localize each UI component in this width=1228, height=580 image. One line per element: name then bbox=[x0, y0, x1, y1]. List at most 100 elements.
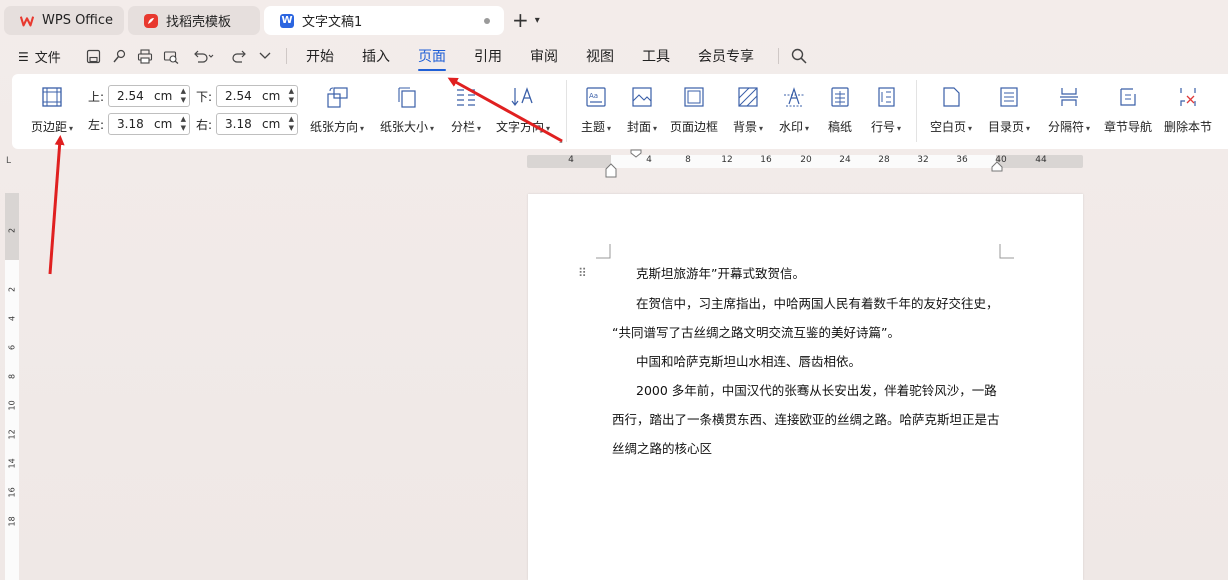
menu-divider bbox=[286, 48, 287, 64]
margin-left-label: 左: bbox=[88, 117, 105, 132]
paper-size-button[interactable]: 纸张大小 ▾ bbox=[376, 84, 438, 135]
unsaved-dot-icon[interactable] bbox=[484, 18, 490, 24]
ruler-number: 20 bbox=[800, 155, 812, 165]
watermark-button[interactable]: 水印 ▾ bbox=[774, 84, 814, 135]
chevron-down-icon: ▾ bbox=[759, 124, 764, 133]
separator-button[interactable]: 分隔符 ▾ bbox=[1042, 84, 1096, 135]
margin-left-value: 3.18 bbox=[117, 117, 144, 131]
arrow-to-margins bbox=[48, 135, 65, 275]
first-line-indent-marker-icon[interactable] bbox=[629, 149, 643, 175]
cover-label: 封面 bbox=[626, 120, 651, 134]
paragraph[interactable]: 丝绸之路的核心区 bbox=[612, 434, 1004, 463]
orientation-label: 纸张方向 bbox=[309, 120, 358, 134]
spinner-icon[interactable]: ▲ ▼ bbox=[181, 115, 186, 133]
background-button[interactable]: 背景 ▾ bbox=[728, 84, 768, 135]
horizontal-ruler[interactable]: 4 4 8 12 16 20 24 28 32 36 40 44 bbox=[527, 149, 1083, 178]
spinner-icon[interactable]: ▲ ▼ bbox=[181, 87, 186, 105]
paragraph[interactable]: “共同谱写了古丝绸之路文明交流互鉴的美好诗篇”。 bbox=[612, 318, 1004, 347]
dialog-launcher-icon[interactable]: ↘ bbox=[556, 136, 564, 146]
theme-button[interactable]: Aa 主题 ▾ bbox=[576, 84, 616, 135]
ribbon-divider bbox=[916, 80, 917, 142]
format-painter-icon[interactable] bbox=[110, 47, 128, 65]
chapter-nav-button[interactable]: 章节导航 bbox=[1102, 84, 1154, 135]
manuscript-button[interactable]: 稿纸 bbox=[822, 84, 858, 135]
text-direction-icon bbox=[509, 84, 537, 110]
text-direction-label: 文字方向 bbox=[495, 120, 544, 134]
chevron-down-icon: ▾ bbox=[968, 124, 973, 133]
ruler-number: 44 bbox=[1035, 155, 1047, 165]
search-icon[interactable] bbox=[790, 47, 808, 65]
right-indent-marker-icon[interactable] bbox=[990, 161, 1004, 173]
tab-view[interactable]: 视图 bbox=[586, 46, 614, 66]
paragraph[interactable]: 中国和哈萨克斯坦山水相连、唇齿相依。 bbox=[612, 347, 1004, 376]
blank-page-button[interactable]: 空白页 ▾ bbox=[926, 84, 976, 135]
line-number-icon bbox=[872, 84, 900, 110]
tab-review[interactable]: 审阅 bbox=[530, 46, 558, 66]
menu-divider bbox=[778, 48, 779, 64]
line-number-button[interactable]: 行号 ▾ bbox=[866, 84, 906, 135]
page-border-label: 页面边框 bbox=[669, 120, 718, 134]
vertical-ruler[interactable]: 2 2 4 6 8 10 12 14 16 18 bbox=[5, 193, 19, 580]
chevron-down-icon[interactable]: ▾ bbox=[535, 15, 540, 26]
paragraph[interactable]: 克斯坦旅游年”开幕式致贺信。 bbox=[612, 259, 1004, 288]
undo-icon[interactable] bbox=[190, 47, 218, 65]
document-page[interactable]: ⠿ 克斯坦旅游年”开幕式致贺信。 在贺信中，习主席指出，中哈两国人民有着数千年的… bbox=[528, 194, 1083, 580]
paragraph[interactable]: 在贺信中，习主席指出，中哈两国人民有着数千年的友好交往史， bbox=[612, 289, 1004, 318]
ruler-corner[interactable]: L bbox=[6, 156, 11, 166]
ruler-number: 10 bbox=[7, 400, 17, 411]
tab-label: 找稻壳模板 bbox=[166, 15, 232, 30]
unit-label: cm bbox=[262, 89, 281, 103]
page-border-button[interactable]: 页面边框 bbox=[668, 84, 720, 135]
ruler-number: 36 bbox=[956, 155, 968, 165]
margin-bottom-label: 下: bbox=[196, 89, 213, 104]
orientation-button[interactable]: 纸张方向 ▾ bbox=[306, 84, 368, 135]
columns-button[interactable]: 分栏 ▾ bbox=[446, 84, 486, 135]
save-icon[interactable] bbox=[84, 47, 102, 65]
wps-logo-icon bbox=[20, 14, 34, 28]
ruler-number: 4 bbox=[646, 155, 652, 165]
paragraph[interactable]: 2000 多年前，中国汉代的张骞从长安出发，伴着驼铃风沙，一路 bbox=[612, 376, 1004, 405]
margin-right-input[interactable]: 3.18 cm ▲ ▼ bbox=[216, 113, 298, 135]
chevron-down-icon: ▾ bbox=[805, 124, 810, 133]
ruler-number: 28 bbox=[878, 155, 890, 165]
margin-bottom-input[interactable]: 2.54 cm ▲ ▼ bbox=[216, 85, 298, 107]
print-preview-icon[interactable] bbox=[162, 47, 180, 65]
tab-home[interactable]: 开始 bbox=[306, 46, 334, 66]
margins-button[interactable]: 页边距 ▾ bbox=[28, 84, 76, 135]
watermark-label: 水印 bbox=[778, 120, 803, 134]
hanging-indent-marker-icon[interactable] bbox=[604, 163, 618, 179]
ruler-number: 8 bbox=[7, 373, 17, 380]
delete-section-button[interactable]: 删除本节 bbox=[1162, 84, 1214, 135]
line-number-label: 行号 bbox=[870, 120, 895, 134]
paragraph[interactable]: 西行，踏出了一条横贯东西、连接欧亚的丝绸之路。哈萨克斯坦正是古 bbox=[612, 405, 1004, 434]
tab-member[interactable]: 会员专享 bbox=[698, 46, 754, 66]
tab-insert[interactable]: 插入 bbox=[362, 46, 390, 66]
new-tab-button[interactable]: + ▾ bbox=[512, 8, 552, 32]
margins-label: 页边距 bbox=[30, 120, 67, 134]
tab-wps-office[interactable]: WPS Office bbox=[4, 6, 124, 35]
tab-page[interactable]: 页面 bbox=[418, 46, 446, 71]
watermark-icon bbox=[780, 84, 808, 110]
drag-handle-icon[interactable]: ⠿ bbox=[578, 266, 587, 280]
margin-top-field: 上: 2.54 cm ▲ ▼ bbox=[88, 85, 190, 107]
tab-docer-templates[interactable]: 找稻壳模板 bbox=[128, 6, 260, 35]
toc-page-icon bbox=[995, 84, 1023, 110]
file-menu[interactable]: ☰ 文件 bbox=[18, 47, 61, 67]
tab-document[interactable]: W 文字文稿1 bbox=[264, 6, 504, 35]
tab-references[interactable]: 引用 bbox=[474, 46, 502, 66]
theme-label: 主题 bbox=[580, 120, 605, 134]
text-direction-button[interactable]: 文字方向 ▾ bbox=[492, 84, 554, 135]
toc-page-button[interactable]: 目录页 ▾ bbox=[984, 84, 1034, 135]
columns-label: 分栏 bbox=[450, 120, 475, 134]
tab-tools[interactable]: 工具 bbox=[642, 46, 670, 66]
more-chevron-icon[interactable] bbox=[256, 47, 274, 65]
margin-top-input[interactable]: 2.54 cm ▲ ▼ bbox=[108, 85, 190, 107]
chevron-down-icon: ▾ bbox=[607, 124, 612, 133]
spinner-icon[interactable]: ▲ ▼ bbox=[289, 115, 294, 133]
redo-icon[interactable] bbox=[230, 47, 248, 65]
margin-left-input[interactable]: 3.18 cm ▲ ▼ bbox=[108, 113, 190, 135]
print-icon[interactable] bbox=[136, 47, 154, 65]
cover-button[interactable]: 封面 ▾ bbox=[622, 84, 662, 135]
spinner-icon[interactable]: ▲ ▼ bbox=[289, 87, 294, 105]
tab-bar: WPS Office 找稻壳模板 W 文字文稿1 + ▾ bbox=[0, 0, 1228, 40]
